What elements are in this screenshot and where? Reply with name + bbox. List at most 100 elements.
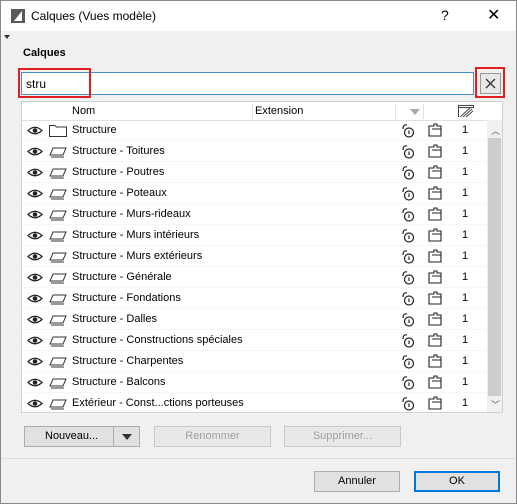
eye-icon[interactable] (27, 272, 43, 283)
layers-table: Nom Extension Structure 1 Structure - Toit… (21, 101, 503, 414)
lock-icon[interactable] (401, 144, 415, 159)
layer-icon (49, 334, 67, 347)
wireframe-icon[interactable] (428, 270, 442, 284)
wireframe-icon[interactable] (428, 123, 442, 137)
wireframe-icon[interactable] (428, 144, 442, 158)
help-button[interactable]: ? (441, 7, 449, 23)
clear-search-button[interactable] (480, 73, 501, 94)
table-row[interactable]: Structure 1 (22, 120, 487, 141)
table-row[interactable]: Structure - Fondations 1 (22, 288, 487, 309)
wireframe-icon[interactable] (428, 165, 442, 179)
layer-icon (49, 208, 67, 221)
wireframe-icon[interactable] (428, 291, 442, 305)
row-value: 1 (462, 166, 469, 178)
lock-icon[interactable] (401, 207, 415, 222)
wireframe-icon[interactable] (428, 228, 442, 242)
wireframe-icon[interactable] (428, 312, 442, 326)
sort-arrow-icon[interactable] (410, 109, 420, 115)
scroll-down-icon[interactable]: ﹀ (491, 398, 500, 411)
eye-icon[interactable] (27, 377, 43, 388)
layer-icon (49, 271, 67, 284)
folder-icon (49, 124, 67, 137)
wireframe-icon[interactable] (428, 186, 442, 200)
eye-icon[interactable] (27, 314, 43, 325)
lock-icon[interactable] (401, 249, 415, 264)
lock-icon[interactable] (401, 291, 415, 306)
table-row[interactable]: Structure - Constructions spéciales 1 (22, 330, 487, 351)
lock-icon[interactable] (401, 375, 415, 390)
lock-icon[interactable] (401, 165, 415, 180)
eye-icon[interactable] (27, 251, 43, 262)
lock-icon[interactable] (401, 396, 415, 411)
wireframe-icon[interactable] (428, 207, 442, 221)
collapse-arrow-icon[interactable] (4, 35, 10, 39)
layer-icon (49, 313, 67, 326)
scroll-up-icon[interactable]: ︿ (491, 124, 500, 137)
row-value: 1 (462, 313, 469, 325)
layer-icon (49, 292, 67, 305)
row-name: Structure - Poutres (72, 166, 165, 178)
new-button[interactable]: Nouveau... (24, 426, 114, 447)
column-header-name[interactable]: Nom (72, 105, 95, 117)
row-name: Structure - Murs extérieurs (72, 250, 203, 262)
eye-icon[interactable] (27, 230, 43, 241)
row-name: Structure - Générale (72, 271, 172, 283)
lock-icon[interactable] (401, 333, 415, 348)
eye-icon[interactable] (27, 167, 43, 178)
table-row[interactable]: Structure - Générale 1 (22, 267, 487, 288)
layer-icon (49, 397, 67, 410)
wireframe-icon[interactable] (428, 354, 442, 368)
new-dropdown-button[interactable] (113, 426, 140, 447)
table-row[interactable]: Structure - Charpentes 1 (22, 351, 487, 372)
eye-icon[interactable] (27, 209, 43, 220)
table-row[interactable]: Structure - Murs extérieurs 1 (22, 246, 487, 267)
ok-button[interactable]: OK (414, 471, 500, 492)
eye-icon[interactable] (27, 125, 43, 136)
lock-icon[interactable] (401, 354, 415, 369)
row-name: Structure - Fondations (72, 292, 181, 304)
table-row[interactable]: Structure - Dalles 1 (22, 309, 487, 330)
close-icon[interactable]: ✕ (487, 5, 500, 25)
lock-icon[interactable] (401, 270, 415, 285)
lock-icon[interactable] (401, 123, 415, 138)
delete-button[interactable]: Supprimer... (284, 426, 401, 447)
scroll-thumb[interactable] (488, 138, 501, 396)
table-row[interactable]: Structure - Murs intérieurs 1 (22, 225, 487, 246)
search-input[interactable] (21, 72, 474, 95)
eye-icon[interactable] (27, 188, 43, 199)
wireframe-icon[interactable] (428, 396, 442, 410)
column-header-extension[interactable]: Extension (255, 105, 303, 117)
row-value: 1 (462, 208, 469, 220)
eye-icon[interactable] (27, 398, 43, 409)
chevron-down-icon (121, 434, 132, 440)
eye-icon[interactable] (27, 146, 43, 157)
row-value: 1 (462, 271, 469, 283)
wireframe-icon[interactable] (428, 375, 442, 389)
table-row[interactable]: Structure - Poteaux 1 (22, 183, 487, 204)
table-row[interactable]: Structure - Murs-rideaux 1 (22, 204, 487, 225)
wireframe-icon[interactable] (428, 249, 442, 263)
layer-icon (49, 355, 67, 368)
table-row[interactable]: Structure - Balcons 1 (22, 372, 487, 393)
lock-icon[interactable] (401, 186, 415, 201)
lock-icon[interactable] (401, 228, 415, 243)
eye-icon[interactable] (27, 335, 43, 346)
eye-icon[interactable] (27, 293, 43, 304)
row-name: Structure - Dalles (72, 313, 157, 325)
table-row[interactable]: Structure - Poutres 1 (22, 162, 487, 183)
table-row[interactable]: Structure - Toitures 1 (22, 141, 487, 162)
row-value: 1 (462, 334, 469, 346)
row-value: 1 (462, 397, 469, 409)
cancel-button[interactable]: Annuler (314, 471, 400, 492)
row-name: Extérieur - Const...ctions porteuses (72, 397, 244, 409)
table-header: Nom Extension (22, 102, 502, 121)
table-row[interactable]: Extérieur - Const...ctions porteuses 1 (22, 393, 487, 414)
rename-button[interactable]: Renommer (154, 426, 271, 447)
lock-icon[interactable] (401, 312, 415, 327)
vertical-scrollbar[interactable]: ︿ ﹀ (487, 120, 502, 412)
rows-container: Structure 1 Structure - Toitures 1 Structure… (22, 120, 487, 414)
wireframe-icon[interactable] (428, 333, 442, 347)
eye-icon[interactable] (27, 356, 43, 367)
row-value: 1 (462, 229, 469, 241)
layer-icon (49, 250, 67, 263)
